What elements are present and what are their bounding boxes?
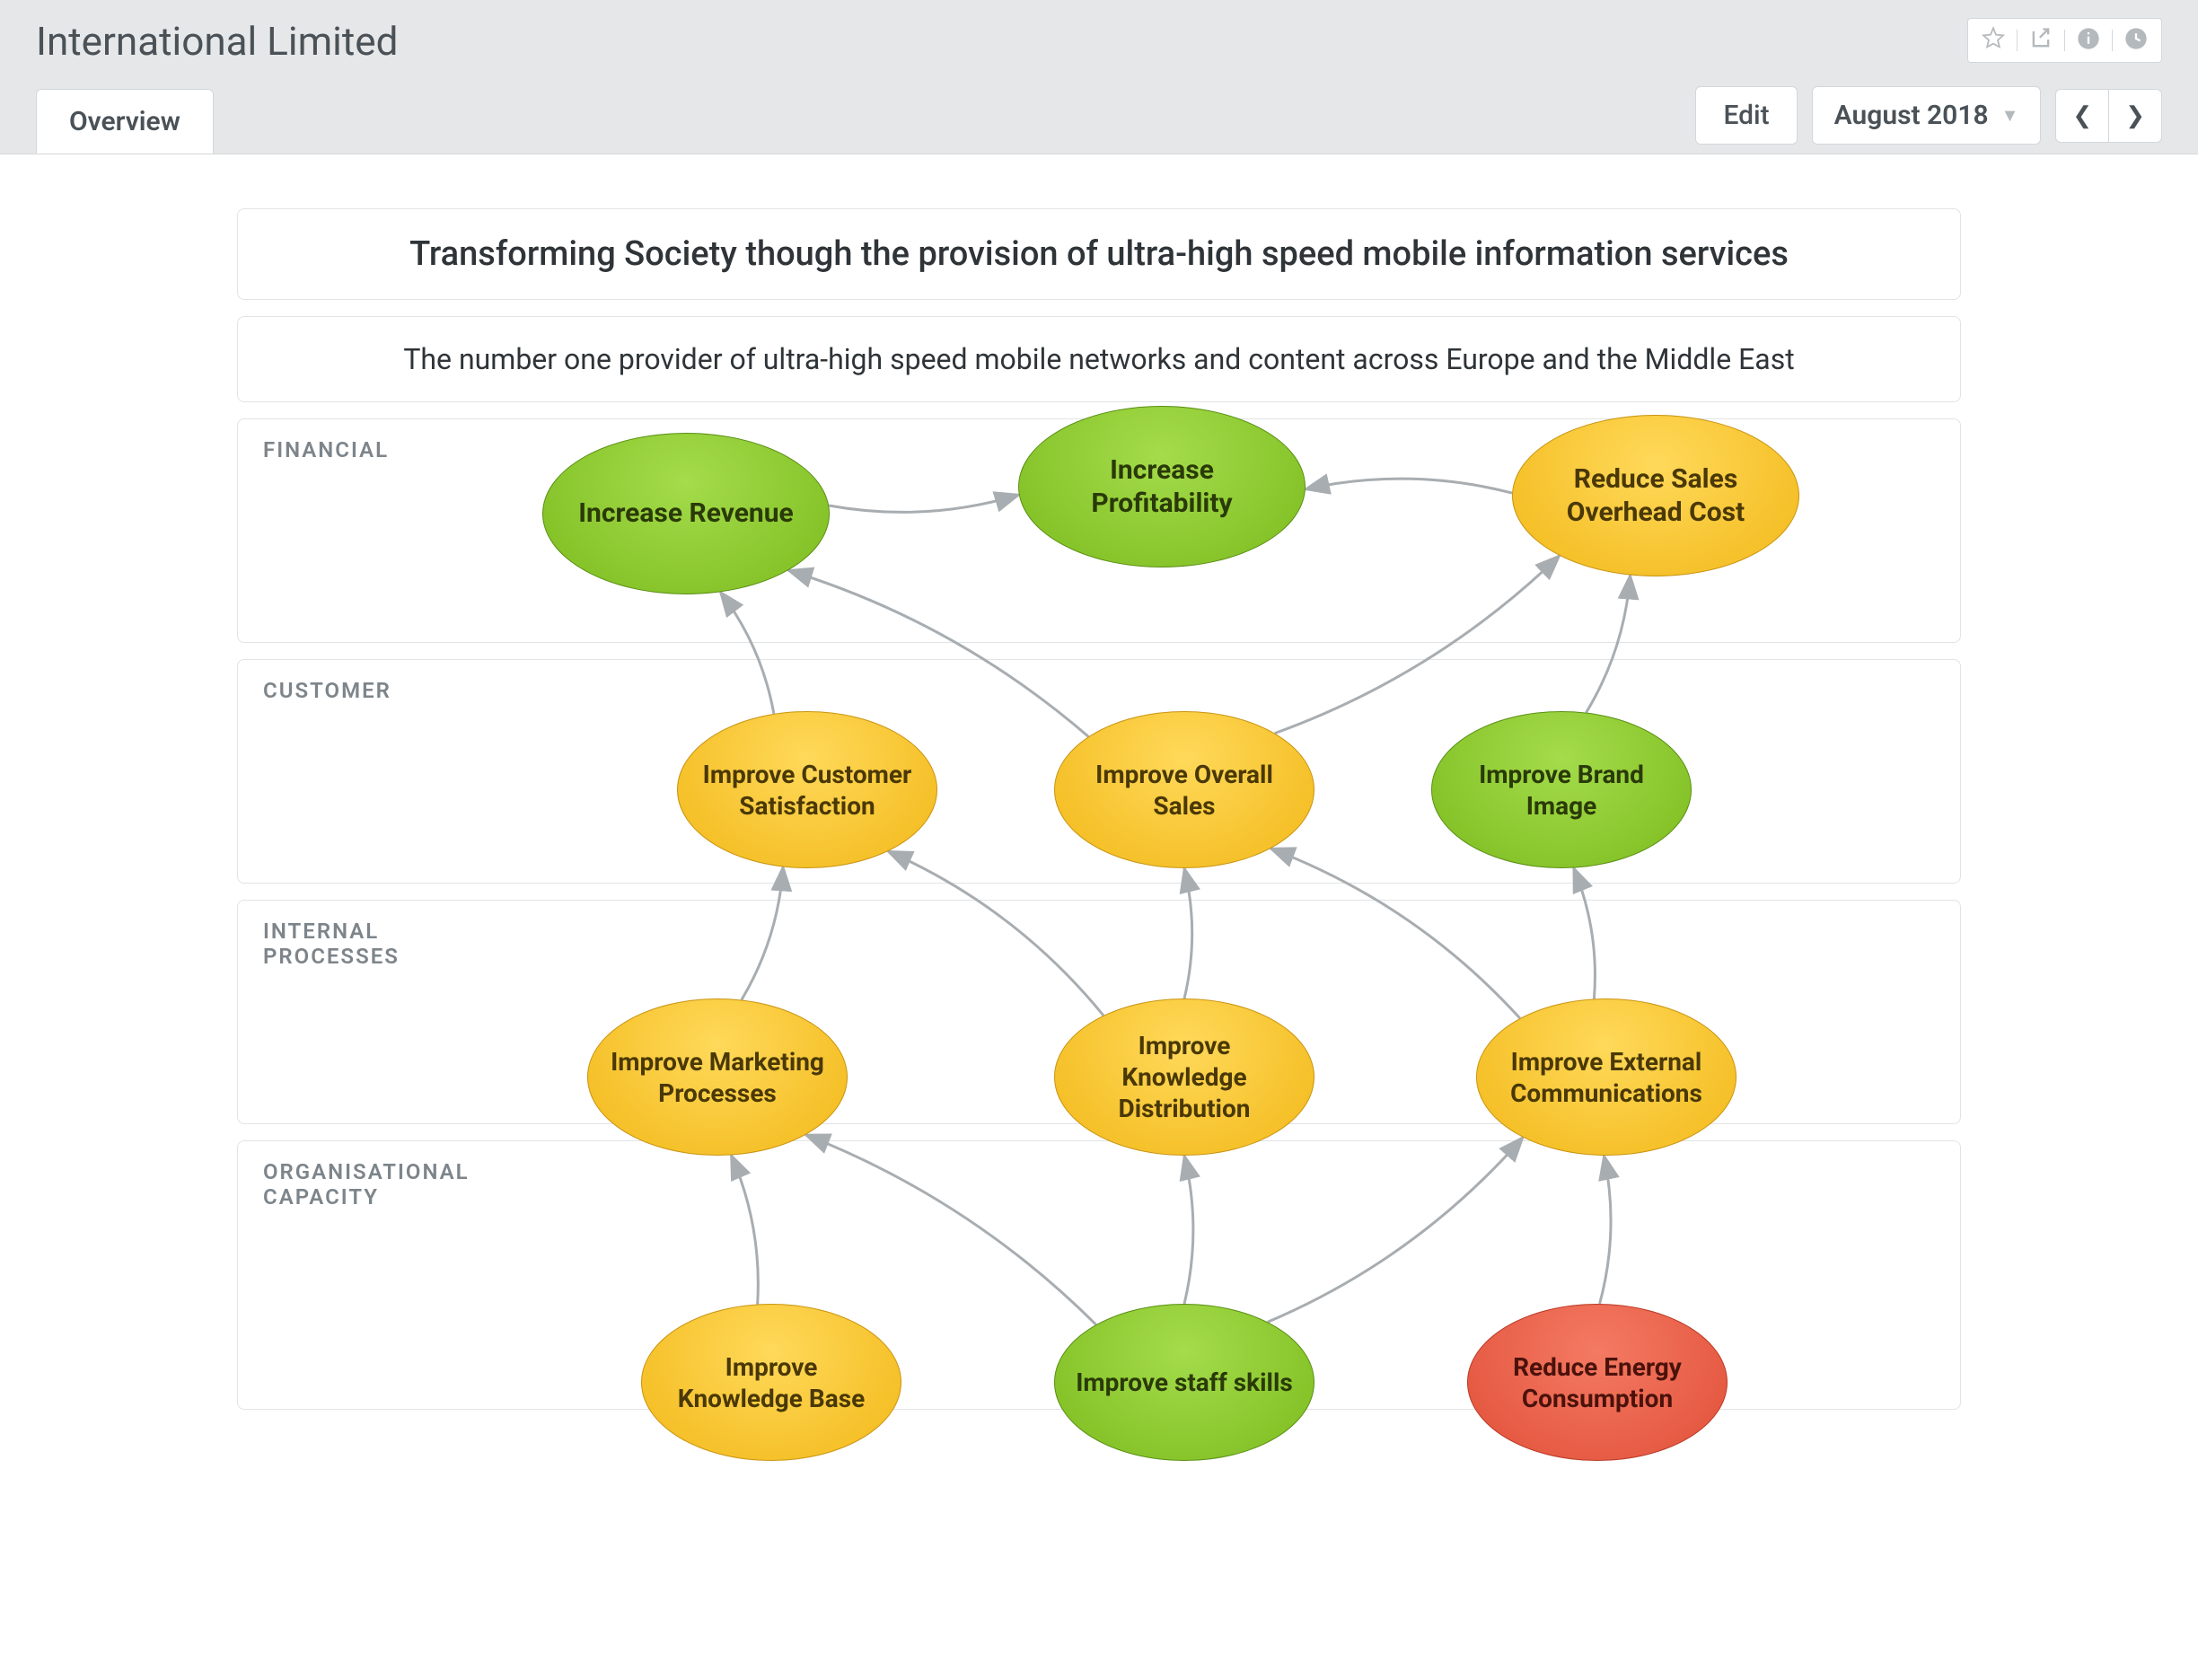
period-label: August 2018: [1834, 100, 1989, 131]
diagram-arrow: [1184, 868, 1192, 998]
diagram-arrow: [1275, 556, 1560, 734]
diagram-arrow: [1587, 576, 1631, 713]
separator: [2064, 30, 2065, 51]
period-prev-button[interactable]: ❮: [2056, 90, 2109, 142]
diagram-arrow: [1600, 1156, 1611, 1304]
diagram-arrow: [742, 866, 783, 999]
diagram-arrow: [1268, 1138, 1523, 1323]
edit-button[interactable]: Edit: [1695, 86, 1797, 145]
chevron-down-icon: ▼: [2001, 104, 2019, 127]
page-title: International Limited: [36, 18, 398, 65]
diagram-arrow: [1184, 1156, 1193, 1304]
objective-node-improve-overall-sales[interactable]: Improve Overall Sales: [1054, 711, 1314, 868]
objective-node-reduce-sales-overhead[interactable]: Reduce Sales Overhead Cost: [1512, 415, 1799, 576]
objective-node-improve-marketing-processes[interactable]: Improve Marketing Processes: [587, 998, 848, 1156]
diagram-arrow: [1574, 868, 1596, 999]
objective-node-improve-knowledge-distribution[interactable]: Improve Knowledge Distribution: [1054, 998, 1314, 1156]
diagram-arrow: [720, 592, 774, 714]
period-next-button[interactable]: ❯: [2109, 90, 2161, 142]
diagram-arrow: [805, 1135, 1095, 1324]
objective-node-improve-knowledge-base[interactable]: Improve Knowledge Base: [641, 1304, 901, 1461]
separator: [2112, 30, 2113, 51]
objective-node-increase-profitability[interactable]: Increase Profitability: [1018, 406, 1306, 567]
info-icon[interactable]: [2076, 26, 2101, 55]
diagram-arrow: [1306, 479, 1512, 493]
diagram-arrow: [731, 1156, 758, 1305]
strategy-map-diagram: Increase Revenue Increase Profitability Re…: [237, 379, 1961, 1636]
objective-node-improve-customer-satisfaction[interactable]: Improve Customer Satisfaction: [677, 711, 937, 868]
separator: [2017, 30, 2018, 51]
objective-node-improve-brand-image[interactable]: Improve Brand Image: [1431, 711, 1692, 868]
diagram-arrow: [829, 495, 1019, 512]
export-icon[interactable]: [2028, 26, 2053, 55]
objective-node-improve-staff-skills[interactable]: Improve staff skills: [1054, 1304, 1314, 1461]
diagram-arrow: [1270, 849, 1520, 1018]
tab-overview[interactable]: Overview: [36, 89, 214, 154]
diagram-arrow: [788, 570, 1088, 736]
toolbar-icon-group: [1967, 18, 2162, 63]
star-icon[interactable]: [1981, 26, 2006, 55]
diagram-arrow: [888, 851, 1103, 1016]
objective-node-increase-revenue[interactable]: Increase Revenue: [542, 433, 830, 594]
clock-icon[interactable]: [2123, 26, 2149, 55]
period-selector[interactable]: August 2018 ▼: [1812, 86, 2042, 145]
mission-panel: Transforming Society though the provisio…: [237, 208, 1961, 300]
objective-node-reduce-energy-consumption[interactable]: Reduce Energy Consumption: [1467, 1304, 1728, 1461]
objective-node-improve-external-communications[interactable]: Improve External Communications: [1476, 998, 1736, 1156]
